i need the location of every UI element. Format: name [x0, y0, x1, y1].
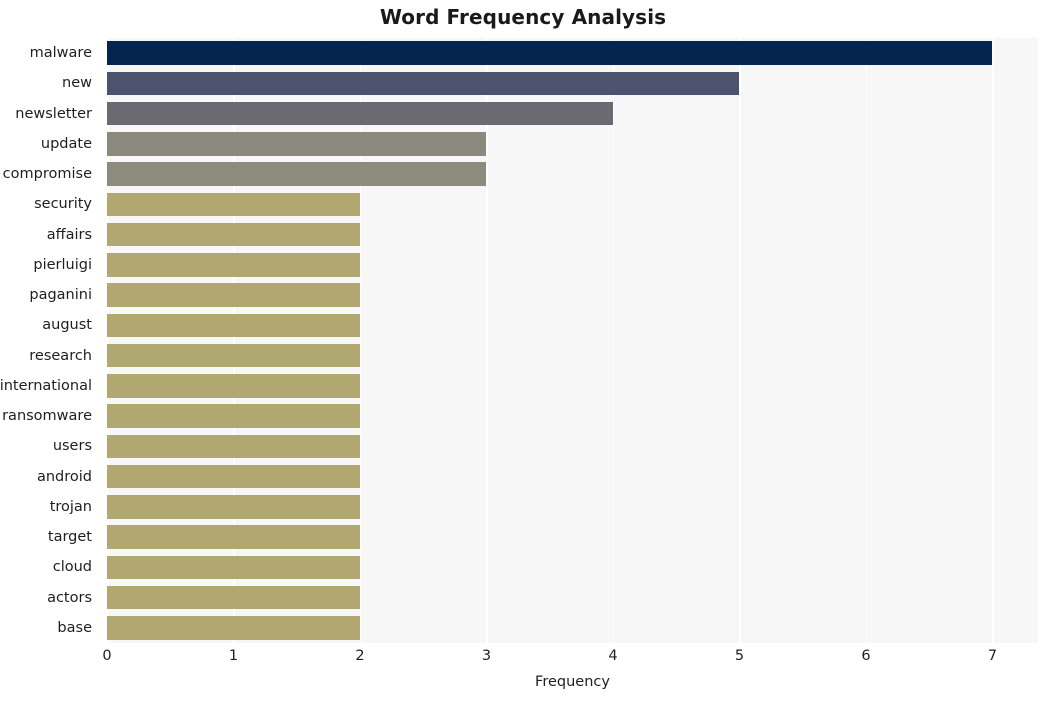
bar-row [107, 129, 1038, 159]
bar-trojan[interactable] [107, 495, 360, 519]
y-axis-label-update: update [40, 135, 92, 152]
bar-row [107, 280, 1038, 310]
bar-row [107, 159, 1038, 189]
bar-row [107, 68, 1038, 98]
bar-august[interactable] [107, 313, 360, 338]
bar-international[interactable] [107, 374, 360, 398]
bar-target[interactable] [107, 525, 360, 549]
y-axis-label-malware: malware [29, 45, 92, 61]
bar-row [107, 522, 1038, 552]
bar-users[interactable] [107, 434, 360, 459]
y-axis-label-security: security [34, 196, 92, 213]
bar-row [107, 220, 1038, 250]
bar-update[interactable] [107, 132, 487, 156]
y-axis-label-compromise: compromise [2, 166, 92, 182]
bar-ransomware[interactable] [107, 404, 360, 428]
x-axis-tick-6: 6 [861, 648, 871, 664]
x-axis-tick-1: 1 [228, 648, 239, 664]
bar-malware[interactable] [107, 41, 993, 65]
bar-cloud[interactable] [107, 555, 360, 580]
bar-pierluigi[interactable] [107, 253, 360, 277]
y-axis-label-android: android [36, 468, 92, 485]
y-axis-label-research: research [29, 347, 92, 364]
bar-row [107, 492, 1038, 522]
bar-security[interactable] [107, 192, 360, 217]
y-axis-label-ransomware: ransomware [2, 408, 92, 424]
y-axis-label-pierluigi: pierluigi [33, 256, 92, 273]
bar-row [107, 341, 1038, 371]
y-axis-label-affairs: affairs [46, 226, 92, 243]
x-axis-tick-2: 2 [355, 648, 365, 664]
y-axis-label-trojan: trojan [49, 498, 92, 515]
plot-area [107, 38, 1038, 643]
chart-title: Word Frequency Analysis [379, 5, 667, 29]
bar-row [107, 583, 1038, 613]
y-axis-label-newsletter: newsletter [15, 105, 92, 122]
bar-row [107, 613, 1038, 643]
y-axis-label-target: target [47, 529, 92, 545]
x-axis-title: Frequency [535, 674, 610, 690]
x-axis-ticks: 0 1 2 3 4 5 6 7 [0, 648, 1046, 670]
x-axis-tick-3: 3 [481, 648, 492, 664]
bar-actors[interactable] [107, 585, 360, 610]
y-axis-label-paganini: paganini [29, 287, 92, 303]
word-frequency-bar-chart: Word Frequency Analysis malware new newsle… [0, 0, 1046, 701]
y-axis-label-cloud: cloud [52, 559, 92, 576]
bar-row [107, 310, 1038, 340]
bar-affairs[interactable] [107, 222, 360, 247]
x-axis-tick-4: 4 [608, 648, 618, 664]
y-axis-label-actors: actors [47, 589, 92, 606]
bar-row [107, 189, 1038, 219]
y-axis-label-international: international [0, 377, 92, 394]
bar-newsletter[interactable] [107, 101, 613, 126]
bar-base[interactable] [107, 616, 360, 640]
y-axis-label-users: users [52, 438, 92, 455]
y-axis-label-august: august [42, 317, 92, 334]
bar-new[interactable] [107, 71, 740, 96]
bar-row [107, 371, 1038, 401]
bar-row [107, 552, 1038, 582]
bar-row [107, 431, 1038, 461]
bar-row [107, 250, 1038, 280]
x-axis-tick-5: 5 [734, 648, 745, 664]
bar-research[interactable] [107, 343, 360, 368]
bar-compromise[interactable] [107, 162, 487, 186]
x-axis-tick-7: 7 [987, 648, 998, 664]
x-axis-tick-0: 0 [102, 648, 112, 664]
bar-android[interactable] [107, 464, 360, 489]
bar-row [107, 38, 1038, 68]
bar-row [107, 99, 1038, 129]
bar-row [107, 462, 1038, 492]
bars-layer [107, 38, 1038, 643]
y-axis-label-base: base [57, 619, 92, 636]
bar-paganini[interactable] [107, 283, 360, 307]
y-axis-labels: malware new newsletter update compromise secu… [0, 38, 100, 643]
bar-row [107, 401, 1038, 431]
y-axis-label-new: new [62, 75, 92, 92]
